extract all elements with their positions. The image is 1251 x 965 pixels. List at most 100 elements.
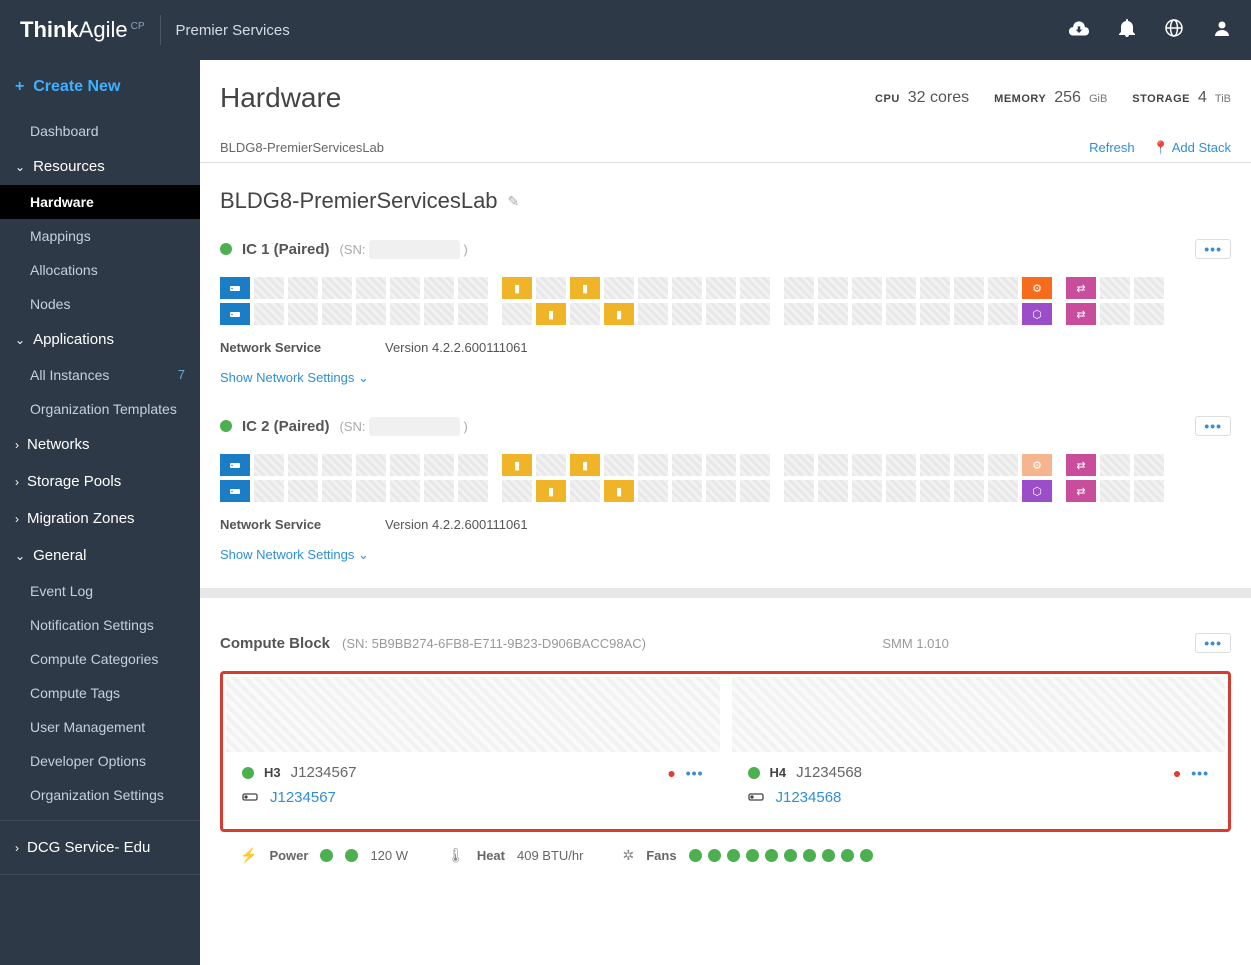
nav-nodes[interactable]: Nodes xyxy=(0,287,200,321)
edit-icon[interactable]: ✎ xyxy=(508,193,520,210)
storage-label: STORAGE xyxy=(1132,93,1190,105)
sidebar: + Create New Dashboard ⌄Resources Hardwa… xyxy=(0,60,200,965)
page-title: Hardware xyxy=(220,82,850,114)
compute-block: Compute Block (SN: 5B9BB274-6FB8-E711-9B… xyxy=(200,613,1251,899)
status-dot xyxy=(345,849,358,862)
cpu-label: CPU xyxy=(875,93,900,105)
create-new-button[interactable]: + Create New xyxy=(0,60,200,114)
node-link[interactable]: J1234567 xyxy=(270,789,336,806)
memory-value: 256 xyxy=(1054,89,1081,107)
nav-dcg-service[interactable]: ›DCG Service- Edu xyxy=(0,829,200,866)
fans-label: Fans xyxy=(646,848,676,863)
chevron-down-icon: ⌄ xyxy=(15,333,25,347)
node-serial: J1234568 xyxy=(796,764,862,781)
ic2-actions-button[interactable]: ••• xyxy=(1195,416,1231,436)
node-serial: J1234567 xyxy=(291,764,357,781)
ic1-actions-button[interactable]: ••• xyxy=(1195,239,1231,259)
node-h4: H4 J1234568 ● ••• J1234568 xyxy=(732,677,1226,826)
compute-nodes-highlighted: H3 J1234567 ● ••• J1234567 H4 xyxy=(220,671,1231,832)
breadcrumb[interactable]: BLDG8-PremierServicesLab xyxy=(220,140,384,156)
nav-applications[interactable]: ⌄Applications xyxy=(0,321,200,358)
nav-resources[interactable]: ⌄Resources xyxy=(0,148,200,185)
status-dot xyxy=(242,767,254,779)
nav-user-management[interactable]: User Management xyxy=(0,710,200,744)
compute-port-icon: ▮ xyxy=(536,480,566,502)
storage-value: 4 xyxy=(1198,89,1207,107)
nav-hardware[interactable]: Hardware xyxy=(0,185,200,219)
chevron-right-icon: › xyxy=(15,841,19,855)
status-dot xyxy=(220,420,232,432)
network-service-version: Version 4.2.2.600111061 xyxy=(385,340,528,355)
storage-port-icon xyxy=(220,277,250,299)
network-service-version: Version 4.2.2.600111061 xyxy=(385,517,528,532)
gear-icon: ⚙ xyxy=(1022,454,1052,476)
storage-port-icon xyxy=(220,480,250,502)
nav-migration-zones[interactable]: ›Migration Zones xyxy=(0,500,200,537)
storage-port-icon xyxy=(220,454,250,476)
nav-mappings[interactable]: Mappings xyxy=(0,219,200,253)
chevron-down-icon: ⌄ xyxy=(358,370,369,385)
nav-developer-options[interactable]: Developer Options xyxy=(0,744,200,778)
nav-storage-pools[interactable]: ›Storage Pools xyxy=(0,463,200,500)
storage-port-icon xyxy=(220,303,250,325)
thermometer-icon: 🌡 xyxy=(447,847,465,864)
globe-icon[interactable] xyxy=(1165,19,1183,42)
memory-label: MEMORY xyxy=(994,93,1046,105)
nav-org-templates[interactable]: Organization Templates xyxy=(0,392,200,426)
chevron-down-icon: ⌄ xyxy=(358,547,369,562)
nav-networks[interactable]: ›Networks xyxy=(0,426,200,463)
compute-port-icon: ▮ xyxy=(604,480,634,502)
alert-icon[interactable]: ● xyxy=(1173,765,1181,781)
nav-general[interactable]: ⌄General xyxy=(0,537,200,574)
nav-compute-tags[interactable]: Compute Tags xyxy=(0,676,200,710)
compute-port-icon: ▮ xyxy=(570,454,600,476)
nav-allocations[interactable]: Allocations xyxy=(0,253,200,287)
ic2-name: IC 2 (Paired) xyxy=(242,418,330,435)
add-stack-link[interactable]: 📍 Add Stack xyxy=(1153,140,1231,156)
compute-port-icon: ▮ xyxy=(502,277,532,299)
cloud-download-icon[interactable] xyxy=(1069,20,1089,41)
node-h3: H3 J1234567 ● ••• J1234567 xyxy=(226,677,720,826)
ic1-serial: (SN: XXXXXXX ) xyxy=(340,242,468,257)
node-link[interactable]: J1234568 xyxy=(776,789,842,806)
main-content: Hardware CPU32 cores MEMORY256GiB STORAG… xyxy=(200,60,1251,965)
compute-block-serial: (SN: 5B9BB274-6FB8-E711-9B23-D906BACC98A… xyxy=(342,636,646,651)
power-icon: ⚡ xyxy=(240,847,257,864)
heat-value: 409 BTU/hr xyxy=(517,848,583,863)
nav-notification-settings[interactable]: Notification Settings xyxy=(0,608,200,642)
bell-icon[interactable] xyxy=(1119,19,1135,42)
alert-icon[interactable]: ● xyxy=(667,765,675,781)
chevron-right-icon: › xyxy=(15,475,19,489)
compute-block-title: Compute Block xyxy=(220,635,330,652)
node-actions-button[interactable]: ••• xyxy=(1191,765,1209,781)
fan-status-dots xyxy=(689,849,873,862)
nav-dashboard[interactable]: Dashboard xyxy=(0,114,200,148)
ic1-name: IC 1 (Paired) xyxy=(242,241,330,258)
compute-port-icon: ▮ xyxy=(502,454,532,476)
show-network-settings-link[interactable]: Show Network Settings ⌄ xyxy=(220,365,1231,391)
chevron-down-icon: ⌄ xyxy=(15,549,25,563)
show-network-settings-link[interactable]: Show Network Settings ⌄ xyxy=(220,542,1231,568)
nav-compute-categories[interactable]: Compute Categories xyxy=(0,642,200,676)
node-id: H3 xyxy=(264,765,281,780)
link-port-icon: ⇄ xyxy=(1066,454,1096,476)
drive-icon xyxy=(242,790,260,805)
status-dot xyxy=(748,767,760,779)
nav-all-instances[interactable]: All Instances7 xyxy=(0,358,200,392)
ic1-block: IC 1 (Paired) (SN: XXXXXXX ) ••• ▮▮ ⚙ ⇄ … xyxy=(220,239,1231,391)
node-actions-button[interactable]: ••• xyxy=(686,765,704,781)
network-service-label: Network Service xyxy=(220,517,385,532)
fan-icon: ✲ xyxy=(622,847,634,864)
pin-icon: 📍 xyxy=(1153,140,1169,155)
tenant-name: Premier Services xyxy=(176,22,290,39)
nav-event-log[interactable]: Event Log xyxy=(0,574,200,608)
nav-org-settings[interactable]: Organization Settings xyxy=(0,778,200,812)
network-service-label: Network Service xyxy=(220,340,385,355)
refresh-link[interactable]: Refresh xyxy=(1089,140,1135,156)
compute-block-actions-button[interactable]: ••• xyxy=(1195,633,1231,653)
user-icon[interactable] xyxy=(1213,19,1231,42)
ic2-serial: (SN: XXXXXXX ) xyxy=(340,419,468,434)
link-port-icon: ⇄ xyxy=(1066,277,1096,299)
ic2-block: IC 2 (Paired) (SN: XXXXXXX ) ••• ▮▮ ⚙ ⇄ … xyxy=(220,416,1231,568)
ic1-port-map: ▮▮ ⚙ ⇄ ▮▮ ⬡ ⇄ xyxy=(220,277,1231,325)
